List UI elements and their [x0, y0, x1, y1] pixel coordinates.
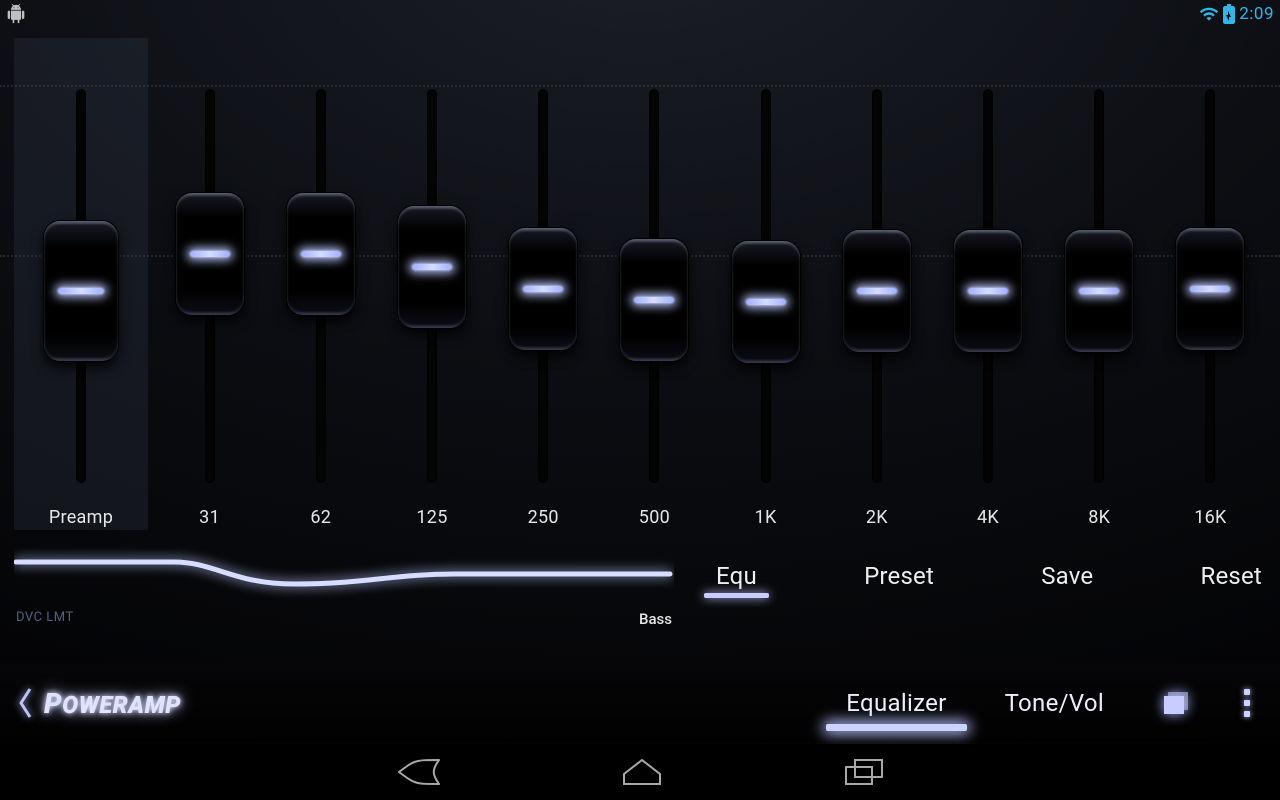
band-label: 4K: [977, 506, 999, 530]
android-icon: [6, 4, 26, 24]
tab-tone-vol[interactable]: Tone/Vol: [981, 689, 1128, 717]
slider-knob[interactable]: [44, 221, 118, 361]
band-label: 250: [528, 506, 559, 530]
eq-band-4K[interactable]: 4K: [932, 38, 1043, 530]
nav-recent-icon[interactable]: [843, 757, 885, 787]
eq-band-250[interactable]: 250: [488, 38, 599, 530]
preamp-slider[interactable]: Preamp: [14, 38, 148, 530]
eq-band-125[interactable]: 125: [376, 38, 487, 530]
band-label: 125: [416, 506, 447, 530]
nav-home-icon[interactable]: [621, 756, 663, 788]
slider-knob[interactable]: [732, 241, 800, 363]
app-bar: POWERAMP Equalizer Tone/Vol: [0, 663, 1280, 743]
equ-toggle[interactable]: Equ: [712, 562, 761, 590]
slider-knob[interactable]: [1176, 228, 1244, 350]
slider-knob[interactable]: [620, 239, 688, 361]
status-time: 2:09: [1239, 4, 1274, 24]
equalizer-sliders: Preamp 31 62 125 250 500 1K 2K 4K 8K 16K: [14, 38, 1266, 530]
eq-band-16K[interactable]: 16K: [1155, 38, 1266, 530]
status-bar: 2:09: [0, 0, 1280, 28]
slider-knob[interactable]: [1065, 230, 1133, 352]
back-icon[interactable]: [18, 687, 34, 719]
slider-knob[interactable]: [509, 228, 577, 350]
slider-knob[interactable]: [287, 193, 355, 315]
band-label: 2K: [866, 506, 888, 530]
eq-band-31[interactable]: 31: [154, 38, 265, 530]
save-button[interactable]: Save: [1037, 562, 1097, 590]
band-label: 31: [199, 506, 220, 530]
band-label: 8K: [1088, 506, 1110, 530]
band-label: 1K: [755, 506, 777, 530]
eq-band-8K[interactable]: 8K: [1044, 38, 1155, 530]
eq-band-1K[interactable]: 1K: [710, 38, 821, 530]
more-menu-icon[interactable]: [1232, 689, 1262, 717]
slider-knob[interactable]: [954, 230, 1022, 352]
slider-knob[interactable]: [398, 206, 466, 328]
wifi-icon: [1199, 4, 1219, 24]
bass-label: Bass: [639, 610, 672, 628]
app-logo[interactable]: POWERAMP: [44, 687, 181, 720]
reset-button[interactable]: Reset: [1197, 562, 1266, 590]
battery-charging-icon: [1223, 4, 1235, 24]
band-label: Preamp: [49, 506, 113, 530]
slider-knob[interactable]: [176, 193, 244, 315]
library-icon[interactable]: [1156, 683, 1196, 723]
nav-back-icon[interactable]: [395, 756, 441, 788]
preset-button[interactable]: Preset: [860, 562, 938, 590]
band-label: 500: [639, 506, 670, 530]
eq-band-2K[interactable]: 2K: [821, 38, 932, 530]
slider-knob[interactable]: [843, 230, 911, 352]
band-label: 16K: [1194, 506, 1226, 530]
android-nav-bar: [0, 744, 1280, 800]
eq-curve: DVC LMT Bass: [14, 546, 684, 628]
dvc-label: DVC LMT: [16, 610, 74, 628]
eq-band-62[interactable]: 62: [265, 38, 376, 530]
eq-band-500[interactable]: 500: [599, 38, 710, 530]
band-label: 62: [310, 506, 331, 530]
tab-equalizer[interactable]: Equalizer: [822, 689, 970, 717]
